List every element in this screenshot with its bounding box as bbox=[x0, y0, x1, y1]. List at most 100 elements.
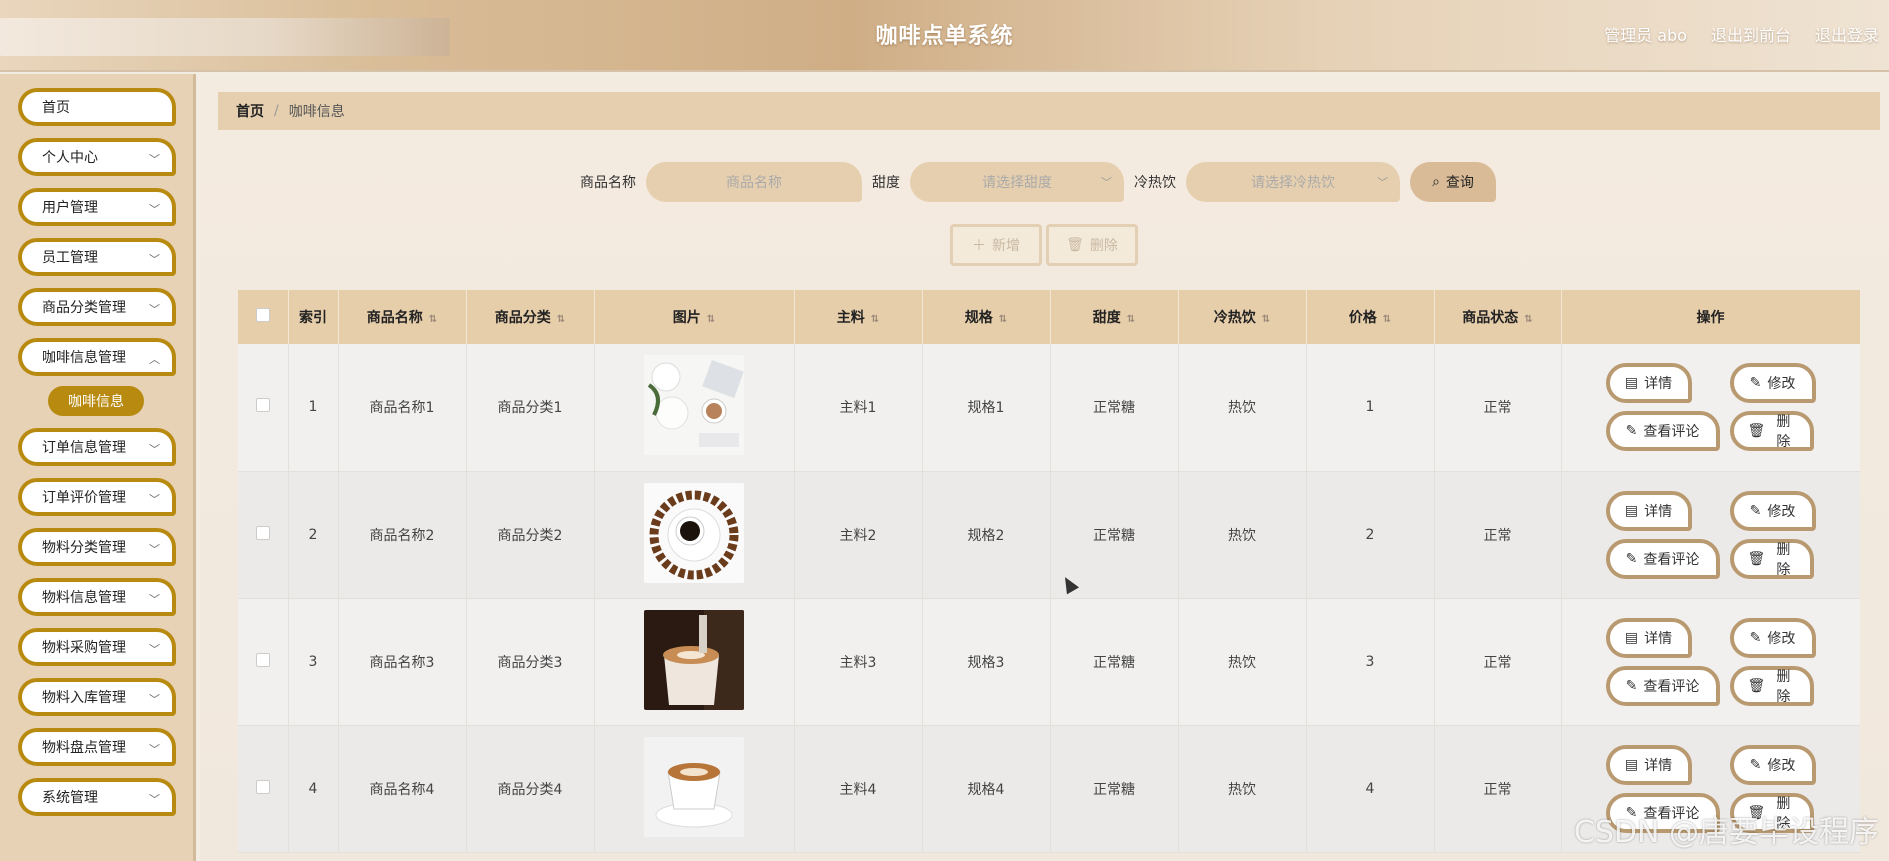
col-ops: 操作 bbox=[1561, 290, 1860, 344]
sidebar-item-reviews[interactable]: 订单评价管理 ﹀ bbox=[18, 478, 176, 516]
chevron-down-icon: ﹀ bbox=[149, 153, 160, 166]
col-sweet[interactable]: 甜度 ⇅ bbox=[1050, 290, 1179, 344]
cell-status: 正常 bbox=[1434, 598, 1562, 726]
cell-sweet: 正常糖 bbox=[1050, 344, 1179, 472]
sort-icon[interactable]: ⇅ bbox=[871, 314, 879, 325]
cell-name: 商品名称1 bbox=[338, 344, 467, 472]
row-checkbox[interactable] bbox=[255, 652, 270, 667]
chevron-down-icon: ﹀ bbox=[149, 593, 160, 606]
select-all-checkbox[interactable] bbox=[255, 308, 270, 322]
delete-button[interactable]: 🗑 删除 bbox=[1729, 411, 1814, 452]
sidebar-item-coffee[interactable]: 咖啡信息管理 ︿ bbox=[18, 338, 176, 376]
edit-button[interactable]: ✎ 修改 bbox=[1729, 363, 1816, 404]
detail-button[interactable]: ▤ 详情 bbox=[1605, 490, 1692, 531]
batch-delete-button[interactable]: 🗑 删除 bbox=[1046, 224, 1138, 266]
table-row: 2 商品名称2 商品分类2 主料2 规格2 正常糖 热饮 2 正常 ▤ 详情 ✎… bbox=[238, 471, 1860, 599]
product-image bbox=[644, 482, 744, 583]
sidebar-item-label: 商品分类管理 bbox=[42, 300, 126, 316]
search-icon: ⌕ bbox=[1432, 174, 1440, 190]
sweet-filter-placeholder: 请选择甜度 bbox=[982, 175, 1052, 191]
cell-category: 商品分类4 bbox=[466, 725, 595, 853]
chevron-down-icon: ﹀ bbox=[149, 543, 160, 556]
col-temp[interactable]: 冷热饮 ⇅ bbox=[1178, 290, 1307, 344]
logout-link[interactable]: 退出登录 bbox=[1815, 22, 1879, 46]
col-category[interactable]: 商品分类 ⇅ bbox=[466, 290, 595, 344]
sidebar-item-material-purchase[interactable]: 物料采购管理 ﹀ bbox=[18, 628, 176, 666]
edit-button[interactable]: ✎ 修改 bbox=[1729, 617, 1816, 658]
cell-temp: 热饮 bbox=[1178, 344, 1307, 472]
col-main[interactable]: 主料 ⇅ bbox=[794, 290, 923, 344]
sort-icon[interactable]: ⇅ bbox=[557, 314, 565, 325]
sidebar-item-label: 订单评价管理 bbox=[42, 490, 126, 506]
trash-icon: 🗑 bbox=[1747, 423, 1766, 440]
sidebar-item-label: 个人中心 bbox=[42, 150, 98, 166]
cell-spec: 规格4 bbox=[922, 725, 1051, 853]
name-filter-input[interactable]: 商品名称 bbox=[646, 162, 862, 202]
sidebar-item-material-info[interactable]: 物料信息管理 ﹀ bbox=[18, 578, 176, 616]
query-button[interactable]: ⌕ 查询 bbox=[1410, 162, 1496, 202]
cell-temp: 热饮 bbox=[1178, 471, 1307, 599]
detail-button[interactable]: ▤ 详情 bbox=[1605, 363, 1692, 404]
cell-spec: 规格2 bbox=[922, 471, 1051, 599]
sweet-filter-select[interactable]: 请选择甜度 ﹀ bbox=[910, 162, 1124, 202]
sidebar-item-system[interactable]: 系统管理 ﹀ bbox=[18, 778, 176, 816]
row-checkbox[interactable] bbox=[255, 525, 270, 540]
sidebar-subitem-coffee-info[interactable]: 咖啡信息 bbox=[48, 386, 144, 416]
sidebar-item-category[interactable]: 商品分类管理 ﹀ bbox=[18, 288, 176, 326]
edit-button[interactable]: ✎ 修改 bbox=[1729, 490, 1816, 531]
sidebar-item-label: 物料分类管理 bbox=[42, 540, 126, 556]
row-checkbox[interactable] bbox=[255, 779, 270, 794]
sidebar-item-users[interactable]: 用户管理 ﹀ bbox=[18, 188, 176, 226]
add-button[interactable]: ＋ 新增 bbox=[950, 224, 1042, 266]
sidebar-item-material-inventory[interactable]: 物料盘点管理 ﹀ bbox=[18, 728, 176, 766]
col-name[interactable]: 商品名称 ⇅ bbox=[338, 290, 467, 344]
sidebar-item-staff[interactable]: 员工管理 ﹀ bbox=[18, 238, 176, 276]
edit-button[interactable]: ✎ 修改 bbox=[1729, 744, 1816, 785]
sort-icon[interactable]: ⇅ bbox=[1262, 314, 1270, 325]
cell-status: 正常 bbox=[1434, 725, 1562, 853]
detail-button[interactable]: ▤ 详情 bbox=[1605, 744, 1692, 785]
sidebar-item-orders[interactable]: 订单信息管理 ﹀ bbox=[18, 428, 176, 466]
coffee-table: 索引 商品名称 ⇅ 商品分类 ⇅ 图片 ⇅ 主料 ⇅ 规格 ⇅ 甜度 ⇅ 冷热饮 ⇅ 价格 ⇅ … bbox=[238, 290, 1860, 861]
breadcrumb-home[interactable]: 首页 bbox=[236, 101, 264, 121]
col-image[interactable]: 图片 ⇅ bbox=[594, 290, 795, 344]
sidebar-item-label: 物料信息管理 bbox=[42, 590, 126, 606]
table-row: 3 商品名称3 商品分类3 主料3 规格3 正常糖 热饮 3 正常 ▤ 详情 ✎… bbox=[238, 598, 1860, 726]
row-checkbox[interactable] bbox=[255, 398, 270, 413]
col-spec[interactable]: 规格 ⇅ bbox=[922, 290, 1051, 344]
sort-icon[interactable]: ⇅ bbox=[999, 314, 1007, 325]
view-comments-button[interactable]: ✎ 查看评论 bbox=[1605, 538, 1720, 579]
sidebar-item-home[interactable]: 首页 bbox=[18, 88, 176, 126]
view-comments-button[interactable]: ✎ 查看评论 bbox=[1605, 665, 1720, 706]
col-price[interactable]: 价格 ⇅ bbox=[1306, 290, 1435, 344]
table-header-row: 索引 商品名称 ⇅ 商品分类 ⇅ 图片 ⇅ 主料 ⇅ 规格 ⇅ 甜度 ⇅ 冷热饮 ⇅ 价格 ⇅ … bbox=[238, 290, 1860, 344]
delete-button[interactable]: 🗑 删除 bbox=[1729, 538, 1814, 579]
sort-icon[interactable]: ⇅ bbox=[1524, 314, 1532, 325]
sort-icon[interactable]: ⇅ bbox=[429, 314, 437, 325]
sidebar-item-label: 物料入库管理 bbox=[42, 690, 126, 706]
admin-user-label: 管理员 abo bbox=[1604, 26, 1687, 45]
chevron-down-icon: ﹀ bbox=[149, 253, 160, 266]
cell-index: 4 bbox=[288, 725, 339, 853]
add-button-label: 新增 bbox=[992, 238, 1020, 254]
sidebar-item-material-stockin[interactable]: 物料入库管理 ﹀ bbox=[18, 678, 176, 716]
sort-icon[interactable]: ⇅ bbox=[1383, 314, 1391, 325]
delete-button[interactable]: 🗑 删除 bbox=[1729, 665, 1814, 706]
sort-icon[interactable]: ⇅ bbox=[1127, 314, 1135, 325]
exit-to-front-link[interactable]: 退出到前台 bbox=[1711, 22, 1791, 46]
sort-icon[interactable]: ⇅ bbox=[707, 314, 715, 325]
col-status[interactable]: 商品状态 ⇅ bbox=[1434, 290, 1562, 344]
view-comments-button[interactable]: ✎ 查看评论 bbox=[1605, 411, 1720, 452]
detail-button[interactable]: ▤ 详情 bbox=[1605, 617, 1692, 658]
sidebar-item-label: 系统管理 bbox=[42, 790, 98, 806]
cell-category: 商品分类2 bbox=[466, 471, 595, 599]
temp-filter-select[interactable]: 请选择冷热饮 ﹀ bbox=[1186, 162, 1400, 202]
cell-price: 3 bbox=[1306, 598, 1435, 726]
cell-category: 商品分类1 bbox=[466, 344, 595, 472]
sidebar-item-personal[interactable]: 个人中心 ﹀ bbox=[18, 138, 176, 176]
select-all-header[interactable] bbox=[238, 290, 289, 344]
pencil-icon: ✎ bbox=[1625, 550, 1638, 567]
document-icon: ▤ bbox=[1624, 756, 1639, 773]
chevron-down-icon: ﹀ bbox=[149, 743, 160, 756]
sidebar-item-material-category[interactable]: 物料分类管理 ﹀ bbox=[18, 528, 176, 566]
